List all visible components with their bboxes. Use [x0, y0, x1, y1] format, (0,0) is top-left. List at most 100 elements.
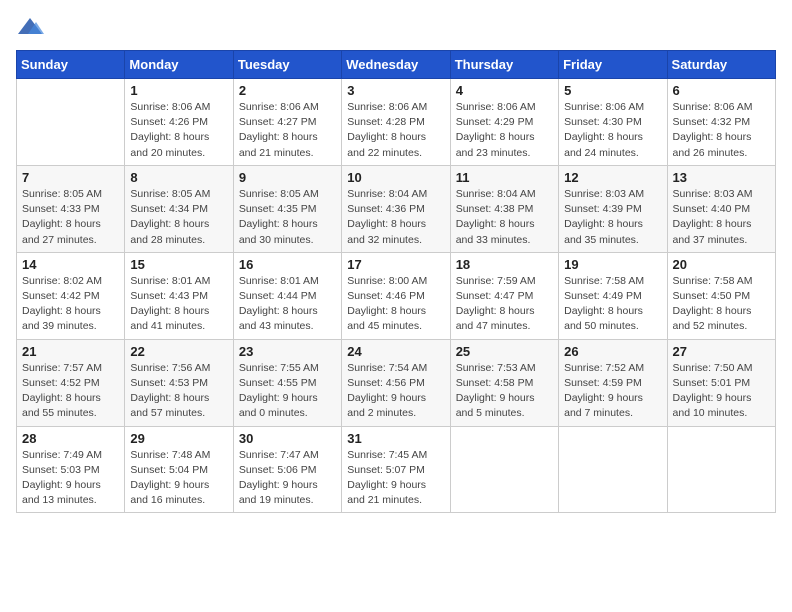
- day-number: 10: [347, 170, 444, 185]
- calendar-header-row: SundayMondayTuesdayWednesdayThursdayFrid…: [17, 51, 776, 79]
- day-info: Sunrise: 7:49 AM Sunset: 5:03 PM Dayligh…: [22, 448, 119, 509]
- day-info: Sunrise: 8:05 AM Sunset: 4:35 PM Dayligh…: [239, 187, 336, 248]
- day-number: 4: [456, 83, 553, 98]
- day-number: 15: [130, 257, 227, 272]
- day-info: Sunrise: 8:02 AM Sunset: 4:42 PM Dayligh…: [22, 274, 119, 335]
- calendar-day-6: 6 Sunrise: 8:06 AM Sunset: 4:32 PM Daylig…: [667, 79, 775, 166]
- day-number: 3: [347, 83, 444, 98]
- calendar-week-row: 14Sunrise: 8:02 AM Sunset: 4:42 PM Dayli…: [17, 252, 776, 339]
- day-info: Sunrise: 8:06 AM Sunset: 4:29 PM Dayligh…: [456, 100, 553, 161]
- calendar-day-7: 7Sunrise: 8:05 AM Sunset: 4:33 PM Daylig…: [17, 165, 125, 252]
- calendar-day-14: 14Sunrise: 8:02 AM Sunset: 4:42 PM Dayli…: [17, 252, 125, 339]
- calendar-day-4: 4 Sunrise: 8:06 AM Sunset: 4:29 PM Daylig…: [450, 79, 558, 166]
- calendar-day-10: 10 Sunrise: 8:04 AM Sunset: 4:36 PM Dayli…: [342, 165, 450, 252]
- calendar-day-2: 2 Sunrise: 8:06 AM Sunset: 4:27 PM Daylig…: [233, 79, 341, 166]
- day-info: Sunrise: 8:03 AM Sunset: 4:39 PM Dayligh…: [564, 187, 661, 248]
- calendar-day-23: 23 Sunrise: 7:55 AM Sunset: 4:55 PM Dayli…: [233, 339, 341, 426]
- logo-icon: [16, 16, 44, 38]
- day-info: Sunrise: 8:00 AM Sunset: 4:46 PM Dayligh…: [347, 274, 444, 335]
- day-info: Sunrise: 8:06 AM Sunset: 4:27 PM Dayligh…: [239, 100, 336, 161]
- calendar-day-11: 11Sunrise: 8:04 AM Sunset: 4:38 PM Dayli…: [450, 165, 558, 252]
- day-number: 5: [564, 83, 661, 98]
- calendar-empty-cell: [559, 426, 667, 513]
- calendar-day-9: 9 Sunrise: 8:05 AM Sunset: 4:35 PM Daylig…: [233, 165, 341, 252]
- day-number: 11: [456, 170, 553, 185]
- calendar-day-28: 28 Sunrise: 7:49 AM Sunset: 5:03 PM Dayli…: [17, 426, 125, 513]
- calendar-day-31: 31 Sunrise: 7:45 AM Sunset: 5:07 PM Dayli…: [342, 426, 450, 513]
- day-number: 7: [22, 170, 119, 185]
- day-info: Sunrise: 7:53 AM Sunset: 4:58 PM Dayligh…: [456, 361, 553, 422]
- weekday-header-tuesday: Tuesday: [233, 51, 341, 79]
- calendar-day-17: 17 Sunrise: 8:00 AM Sunset: 4:46 PM Dayli…: [342, 252, 450, 339]
- day-number: 28: [22, 431, 119, 446]
- day-number: 16: [239, 257, 336, 272]
- day-info: Sunrise: 7:59 AM Sunset: 4:47 PM Dayligh…: [456, 274, 553, 335]
- calendar-week-row: 28 Sunrise: 7:49 AM Sunset: 5:03 PM Dayli…: [17, 426, 776, 513]
- calendar-day-15: 15 Sunrise: 8:01 AM Sunset: 4:43 PM Dayli…: [125, 252, 233, 339]
- calendar-day-12: 12 Sunrise: 8:03 AM Sunset: 4:39 PM Dayli…: [559, 165, 667, 252]
- day-number: 8: [130, 170, 227, 185]
- weekday-header-wednesday: Wednesday: [342, 51, 450, 79]
- day-number: 24: [347, 344, 444, 359]
- day-info: Sunrise: 7:57 AM Sunset: 4:52 PM Dayligh…: [22, 361, 119, 422]
- weekday-header-monday: Monday: [125, 51, 233, 79]
- calendar-day-13: 13 Sunrise: 8:03 AM Sunset: 4:40 PM Dayli…: [667, 165, 775, 252]
- day-number: 12: [564, 170, 661, 185]
- day-info: Sunrise: 7:55 AM Sunset: 4:55 PM Dayligh…: [239, 361, 336, 422]
- page-header: [16, 16, 776, 38]
- calendar-day-24: 24 Sunrise: 7:54 AM Sunset: 4:56 PM Dayli…: [342, 339, 450, 426]
- calendar-day-18: 18 Sunrise: 7:59 AM Sunset: 4:47 PM Dayli…: [450, 252, 558, 339]
- logo: [16, 16, 48, 38]
- day-number: 1: [130, 83, 227, 98]
- day-info: Sunrise: 7:50 AM Sunset: 5:01 PM Dayligh…: [673, 361, 770, 422]
- day-number: 21: [22, 344, 119, 359]
- day-info: Sunrise: 7:52 AM Sunset: 4:59 PM Dayligh…: [564, 361, 661, 422]
- calendar-day-16: 16 Sunrise: 8:01 AM Sunset: 4:44 PM Dayli…: [233, 252, 341, 339]
- calendar-table: SundayMondayTuesdayWednesdayThursdayFrid…: [16, 50, 776, 513]
- day-number: 17: [347, 257, 444, 272]
- calendar-day-8: 8Sunrise: 8:05 AM Sunset: 4:34 PM Daylig…: [125, 165, 233, 252]
- day-info: Sunrise: 8:01 AM Sunset: 4:44 PM Dayligh…: [239, 274, 336, 335]
- day-number: 19: [564, 257, 661, 272]
- day-number: 20: [673, 257, 770, 272]
- day-info: Sunrise: 8:03 AM Sunset: 4:40 PM Dayligh…: [673, 187, 770, 248]
- day-info: Sunrise: 8:06 AM Sunset: 4:26 PM Dayligh…: [130, 100, 227, 161]
- weekday-header-sunday: Sunday: [17, 51, 125, 79]
- calendar-day-5: 5Sunrise: 8:06 AM Sunset: 4:30 PM Daylig…: [559, 79, 667, 166]
- weekday-header-friday: Friday: [559, 51, 667, 79]
- day-info: Sunrise: 7:47 AM Sunset: 5:06 PM Dayligh…: [239, 448, 336, 509]
- calendar-empty-cell: [450, 426, 558, 513]
- day-number: 30: [239, 431, 336, 446]
- calendar-week-row: 1 Sunrise: 8:06 AM Sunset: 4:26 PM Daylig…: [17, 79, 776, 166]
- day-number: 6: [673, 83, 770, 98]
- calendar-empty-cell: [667, 426, 775, 513]
- day-info: Sunrise: 7:45 AM Sunset: 5:07 PM Dayligh…: [347, 448, 444, 509]
- calendar-empty-cell: [17, 79, 125, 166]
- calendar-day-3: 3 Sunrise: 8:06 AM Sunset: 4:28 PM Daylig…: [342, 79, 450, 166]
- calendar-day-26: 26 Sunrise: 7:52 AM Sunset: 4:59 PM Dayli…: [559, 339, 667, 426]
- calendar-day-29: 29Sunrise: 7:48 AM Sunset: 5:04 PM Dayli…: [125, 426, 233, 513]
- day-number: 18: [456, 257, 553, 272]
- calendar-week-row: 7Sunrise: 8:05 AM Sunset: 4:33 PM Daylig…: [17, 165, 776, 252]
- day-info: Sunrise: 7:58 AM Sunset: 4:49 PM Dayligh…: [564, 274, 661, 335]
- day-info: Sunrise: 8:06 AM Sunset: 4:32 PM Dayligh…: [673, 100, 770, 161]
- calendar-day-30: 30 Sunrise: 7:47 AM Sunset: 5:06 PM Dayli…: [233, 426, 341, 513]
- day-number: 2: [239, 83, 336, 98]
- calendar-day-20: 20Sunrise: 7:58 AM Sunset: 4:50 PM Dayli…: [667, 252, 775, 339]
- calendar-day-22: 22Sunrise: 7:56 AM Sunset: 4:53 PM Dayli…: [125, 339, 233, 426]
- day-info: Sunrise: 8:06 AM Sunset: 4:28 PM Dayligh…: [347, 100, 444, 161]
- day-info: Sunrise: 8:04 AM Sunset: 4:36 PM Dayligh…: [347, 187, 444, 248]
- day-number: 27: [673, 344, 770, 359]
- weekday-header-saturday: Saturday: [667, 51, 775, 79]
- day-number: 31: [347, 431, 444, 446]
- day-info: Sunrise: 7:48 AM Sunset: 5:04 PM Dayligh…: [130, 448, 227, 509]
- day-number: 13: [673, 170, 770, 185]
- day-number: 23: [239, 344, 336, 359]
- day-number: 26: [564, 344, 661, 359]
- calendar-week-row: 21 Sunrise: 7:57 AM Sunset: 4:52 PM Dayli…: [17, 339, 776, 426]
- day-info: Sunrise: 7:54 AM Sunset: 4:56 PM Dayligh…: [347, 361, 444, 422]
- calendar-day-21: 21 Sunrise: 7:57 AM Sunset: 4:52 PM Dayli…: [17, 339, 125, 426]
- day-number: 9: [239, 170, 336, 185]
- day-number: 22: [130, 344, 227, 359]
- day-info: Sunrise: 8:01 AM Sunset: 4:43 PM Dayligh…: [130, 274, 227, 335]
